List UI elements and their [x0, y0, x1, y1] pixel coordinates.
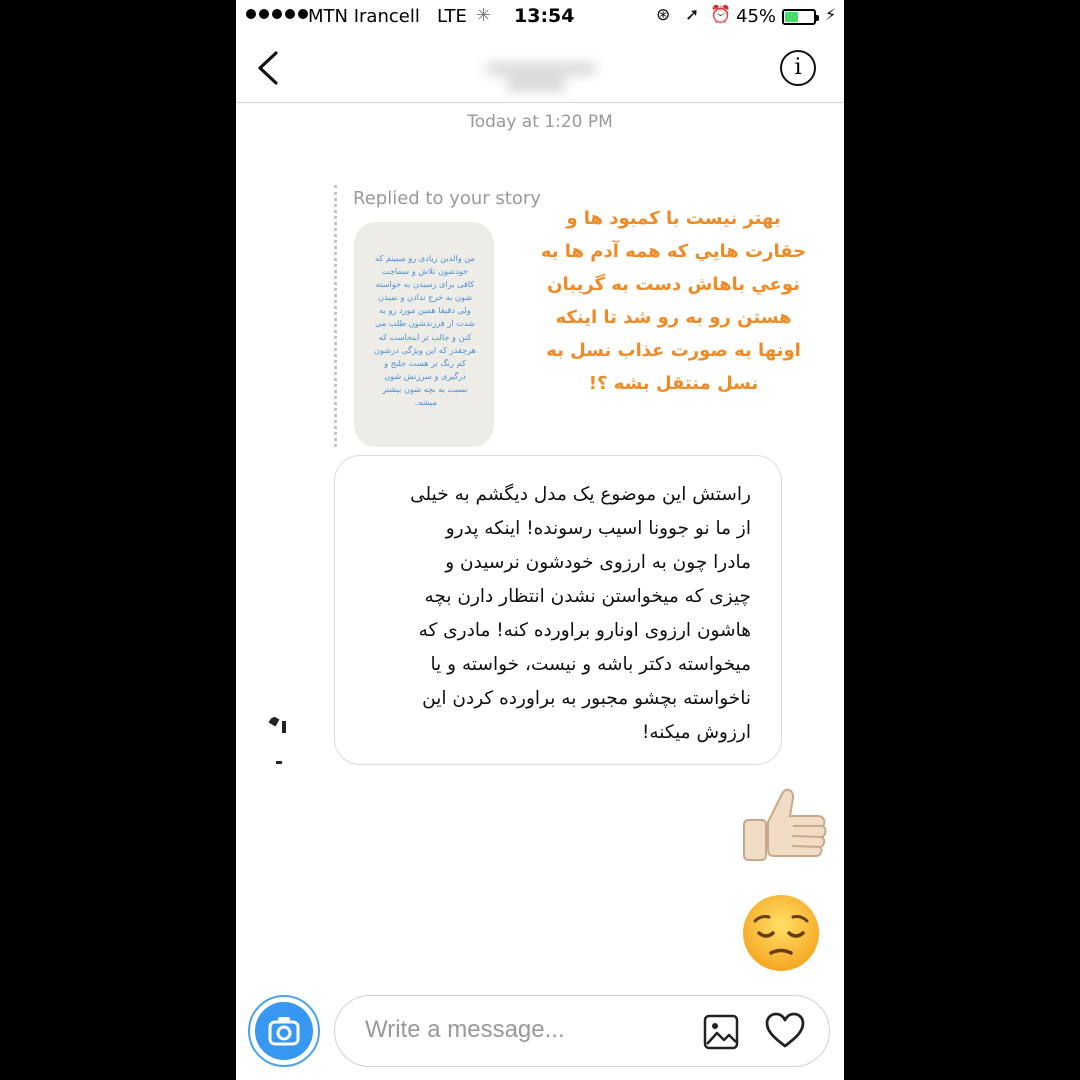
thumbs-up-emoji[interactable] — [738, 784, 830, 876]
carrier-name: MTN Irancell — [308, 6, 420, 27]
message-text: راستش این موضوع یک مدل دیگشم به خیلی از … — [410, 484, 751, 743]
story-thumbnail[interactable]: من والدین زیادی رو میبینم که خودشون تلاش… — [354, 222, 494, 447]
reply-indicator-line — [334, 185, 337, 447]
orientation-lock-icon: ⊛ — [656, 5, 671, 25]
charging-bolt-icon: ⚡ — [825, 5, 837, 24]
message-timestamp: Today at 1:20 PM — [467, 112, 613, 132]
info-icon[interactable]: i — [780, 50, 816, 86]
camera-icon — [268, 1017, 300, 1046]
clock: 13:54 — [514, 5, 575, 27]
alarm-icon: ⏰ — [710, 5, 732, 25]
replied-to-story-label: Replied to your story — [353, 188, 541, 209]
chevron-left-icon[interactable] — [254, 50, 284, 86]
status-bar: MTN Irancell LTE ✳ 13:54 ⊛ ➚ ⏰ 45% ⚡ — [236, 0, 844, 34]
message-bubble[interactable]: راستش این موضوع یک مدل دیگشم به خیلی از … — [334, 455, 782, 765]
signal-dots-icon — [246, 9, 308, 19]
story-caption: بهتر نیست با کمبود ها و حقارت هایي که هم… — [540, 208, 807, 394]
contact-name-redacted[interactable] — [476, 56, 606, 96]
battery-icon — [782, 9, 819, 25]
heart-icon[interactable] — [765, 1012, 805, 1050]
avatar[interactable] — [258, 715, 310, 767]
loading-spinner-icon: ✳ — [476, 5, 492, 26]
phone-screen: MTN Irancell LTE ✳ 13:54 ⊛ ➚ ⏰ 45% ⚡ i T… — [236, 0, 844, 1080]
pensive-face-emoji[interactable] — [741, 893, 821, 973]
battery-percent: 45% — [736, 6, 777, 27]
message-input[interactable]: Write a message... — [334, 995, 830, 1067]
gallery-icon[interactable] — [703, 1014, 739, 1050]
location-arrow-icon: ➚ — [685, 5, 700, 25]
message-input-placeholder: Write a message... — [365, 1016, 565, 1043]
story-image-text: من والدین زیادی رو میبینم که خودشون تلاش… — [374, 253, 476, 408]
network-type: LTE — [437, 6, 467, 27]
chat-header: i — [236, 34, 844, 103]
camera-button[interactable] — [248, 995, 320, 1067]
